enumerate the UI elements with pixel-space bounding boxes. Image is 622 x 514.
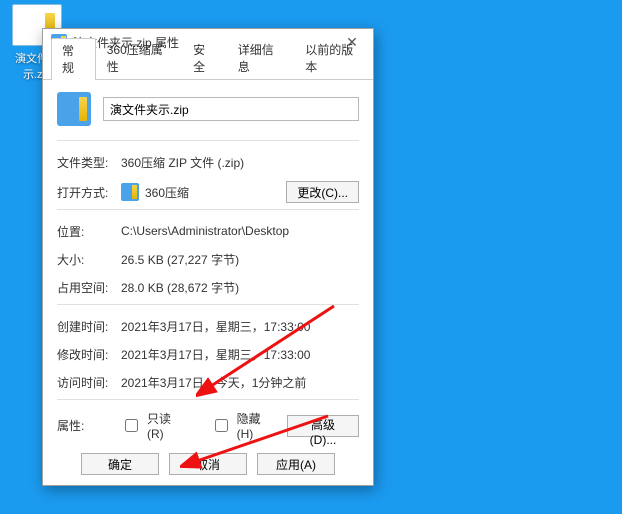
readonly-label: 只读(R) (147, 410, 185, 441)
modified-label: 修改时间: (57, 346, 121, 363)
attributes-label: 属性: (57, 417, 121, 434)
tab-general[interactable]: 常规 (51, 38, 96, 80)
divider (57, 140, 359, 141)
tab-security[interactable]: 安全 (182, 37, 227, 79)
accessed-label: 访问时间: (57, 374, 121, 391)
disksize-value: 28.0 KB (28,672 字节) (121, 279, 359, 296)
tab-360[interactable]: 360压缩属性 (96, 37, 182, 79)
accessed-value: 2021年3月17日，今天，1分钟之前 (121, 374, 359, 391)
created-label: 创建时间: (57, 318, 121, 335)
properties-dialog: 演文件夹示.zip 属性 ✕ 常规 360压缩属性 安全 详细信息 以前的版本 … (42, 28, 374, 486)
ok-button[interactable]: 确定 (81, 453, 159, 475)
divider (57, 209, 359, 210)
dialog-footer: 确定 取消 应用(A) (43, 453, 373, 475)
size-label: 大小: (57, 251, 121, 268)
cancel-button[interactable]: 取消 (169, 453, 247, 475)
modified-value: 2021年3月17日，星期三，17:33:00 (121, 346, 359, 363)
readonly-checkbox[interactable] (125, 419, 138, 432)
disksize-label: 占用空间: (57, 279, 121, 296)
filetype-label: 文件类型: (57, 154, 121, 171)
change-button[interactable]: 更改(C)... (286, 181, 359, 203)
hidden-checkbox[interactable] (215, 419, 228, 432)
apply-button[interactable]: 应用(A) (257, 453, 335, 475)
tab-details[interactable]: 详细信息 (227, 37, 294, 79)
divider (57, 399, 359, 400)
divider (57, 304, 359, 305)
tab-previous[interactable]: 以前的版本 (294, 37, 373, 79)
size-value: 26.5 KB (27,227 字节) (121, 251, 359, 268)
openwith-value: 360压缩 (145, 184, 286, 201)
zip-file-icon (57, 92, 91, 126)
filetype-value: 360压缩 ZIP 文件 (.zip) (121, 154, 359, 171)
location-value: C:\Users\Administrator\Desktop (121, 224, 359, 238)
tab-strip: 常规 360压缩属性 安全 详细信息 以前的版本 (43, 55, 373, 80)
filename-input[interactable] (103, 97, 359, 121)
app-icon (121, 183, 139, 201)
openwith-label: 打开方式: (57, 184, 121, 201)
location-label: 位置: (57, 223, 121, 240)
created-value: 2021年3月17日，星期三，17:33:00 (121, 318, 359, 335)
advanced-button[interactable]: 高级(D)... (287, 415, 359, 437)
hidden-label: 隐藏(H) (237, 410, 275, 441)
